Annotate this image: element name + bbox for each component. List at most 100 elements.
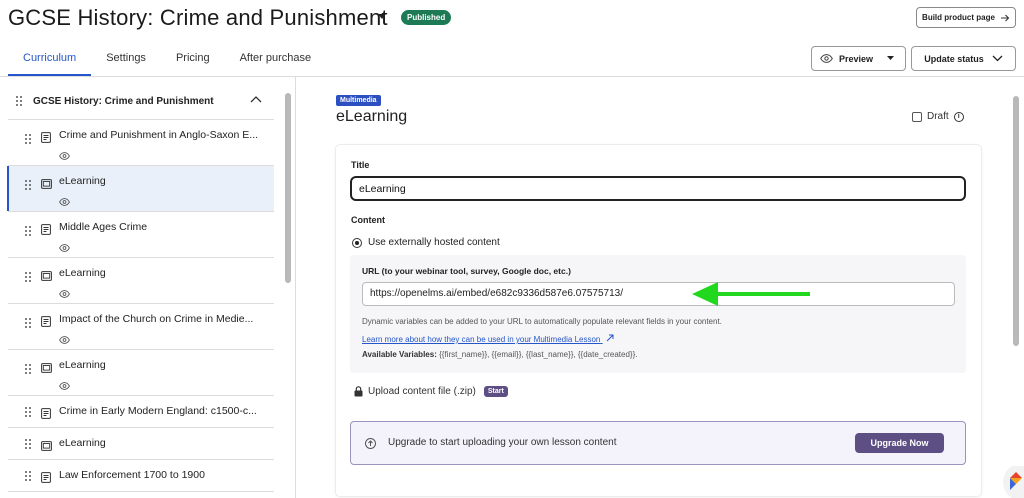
visibility-eye-icon — [59, 377, 70, 395]
caret-down-icon — [887, 56, 895, 60]
update-status-button[interactable]: Update status — [911, 46, 1016, 71]
lesson-label: Impact of the Church on Crime in Medie..… — [59, 313, 254, 325]
document-icon — [41, 314, 51, 332]
tab-bar: Curriculum Settings Pricing After purcha… — [8, 44, 326, 77]
variables-label: Available Variables: — [362, 350, 437, 359]
upload-label: Upload content file (.zip) — [368, 386, 476, 397]
lesson-item[interactable]: eLearning — [8, 258, 274, 304]
url-input[interactable]: https://openelms.ai/embed/e682c9336d587e… — [362, 282, 955, 306]
eye-icon — [820, 54, 833, 63]
arrow-right-icon — [1000, 14, 1010, 21]
lesson-item[interactable]: eLearning — [7, 166, 274, 212]
sidebar-scrollbar[interactable] — [285, 93, 291, 283]
upgrade-banner: Upgrade to start uploading your own less… — [350, 421, 966, 465]
multimedia-icon — [41, 360, 52, 378]
build-product-page-label: Build product page — [922, 13, 995, 22]
document-icon — [41, 470, 51, 488]
document-icon — [41, 406, 51, 424]
external-content-radio[interactable] — [352, 237, 362, 248]
drag-handle-icon[interactable] — [25, 439, 31, 449]
lesson-label: eLearning — [59, 267, 106, 279]
course-title[interactable]: GCSE History: Crime and Punishment — [8, 5, 388, 31]
update-status-label: Update status — [924, 53, 984, 64]
section-title: GCSE History: Crime and Punishment — [33, 95, 214, 107]
lesson-label: Law Enforcement 1700 to 1900 — [59, 469, 205, 481]
lesson-type-badge: Multimedia — [336, 95, 381, 106]
upgrade-now-button[interactable]: Upgrade Now — [855, 433, 944, 453]
tab-settings[interactable]: Settings — [91, 44, 161, 76]
lesson-item[interactable]: Impact of the Church on Crime in Medie..… — [8, 304, 274, 350]
lesson-list: Crime and Punishment in Anglo-Saxon E...… — [7, 119, 274, 492]
upgrade-arrow-icon — [365, 438, 376, 449]
document-icon — [41, 130, 51, 148]
content-label: Content — [351, 215, 385, 225]
drag-handle-icon[interactable] — [25, 318, 31, 328]
drag-handle-icon[interactable] — [16, 96, 22, 106]
main-scrollbar[interactable] — [1013, 96, 1019, 346]
upload-content-option: Upload content file (.zip) Start — [354, 386, 508, 397]
lesson-item[interactable]: eLearning — [8, 350, 274, 396]
chevron-down-icon — [992, 55, 1003, 62]
section-header[interactable]: GCSE History: Crime and Punishment — [8, 85, 274, 117]
top-bar: GCSE History: Crime and Punishment Publi… — [0, 0, 1024, 38]
available-variables: Available Variables: {{first_name}}, {{e… — [362, 350, 637, 359]
lock-icon — [354, 386, 363, 397]
dynamic-variables-help: Dynamic variables can be added to your U… — [362, 317, 722, 326]
drag-handle-icon[interactable] — [25, 407, 31, 417]
preview-button[interactable]: Preview — [811, 46, 906, 71]
learn-more-label: Learn more about how they can be used in… — [362, 335, 601, 344]
lesson-heading: eLearning — [336, 108, 408, 125]
drag-handle-icon[interactable] — [25, 364, 31, 374]
upgrade-text: Upgrade to start uploading your own less… — [388, 437, 617, 448]
url-label: URL (to your webinar tool, survey, Googl… — [362, 266, 571, 276]
visibility-eye-icon — [59, 285, 70, 303]
title-label: Title — [351, 160, 370, 170]
lesson-label: Middle Ages Crime — [59, 221, 148, 233]
brand-logo-icon[interactable] — [1002, 466, 1024, 498]
lesson-item[interactable]: Middle Ages Crime — [8, 212, 274, 258]
course-title-caret-icon[interactable] — [378, 14, 386, 19]
tab-after-purchase[interactable]: After purchase — [225, 44, 327, 76]
status-badge: Published — [401, 10, 452, 25]
start-badge: Start — [483, 386, 508, 397]
curriculum-sidebar: GCSE History: Crime and Punishment Crime… — [0, 77, 296, 498]
drag-handle-icon[interactable] — [25, 272, 31, 282]
lesson-item[interactable]: eLearning — [8, 428, 274, 460]
external-content-label: Use externally hosted content — [368, 237, 500, 248]
chevron-up-icon[interactable] — [250, 95, 262, 103]
annotation-arrow-icon — [692, 282, 810, 306]
url-panel: URL (to your webinar tool, survey, Googl… — [350, 255, 966, 373]
lesson-label: Crime in Early Modern England: c1500-c..… — [59, 405, 257, 417]
draft-label: Draft — [927, 111, 949, 122]
draft-checkbox[interactable] — [912, 111, 922, 122]
tab-curriculum[interactable]: Curriculum — [8, 44, 92, 76]
multimedia-icon — [41, 176, 52, 194]
document-icon — [41, 222, 51, 240]
title-input[interactable]: eLearning — [350, 176, 966, 201]
lesson-item[interactable]: Law Enforcement 1700 to 1900 — [8, 460, 274, 492]
learn-more-link[interactable]: Learn more about how they can be used in… — [362, 334, 614, 344]
lesson-label: eLearning — [59, 437, 106, 449]
drag-handle-icon[interactable] — [25, 226, 31, 236]
visibility-eye-icon — [59, 239, 70, 257]
build-product-page-button[interactable]: Build product page — [916, 7, 1016, 28]
lesson-form-card: Title eLearning Content Use externally h… — [336, 145, 981, 496]
lesson-label: eLearning — [59, 359, 106, 371]
multimedia-icon — [41, 438, 52, 456]
visibility-eye-icon — [59, 193, 70, 211]
drag-handle-icon[interactable] — [25, 471, 31, 481]
external-content-option[interactable]: Use externally hosted content — [352, 237, 500, 248]
tab-pricing[interactable]: Pricing — [161, 44, 225, 76]
visibility-eye-icon — [59, 331, 70, 349]
lesson-item[interactable]: Crime and Punishment in Anglo-Saxon E... — [8, 120, 274, 166]
drag-handle-icon[interactable] — [25, 134, 31, 144]
draft-toggle[interactable]: Draft i — [912, 111, 964, 122]
lesson-item[interactable]: Crime in Early Modern England: c1500-c..… — [8, 396, 274, 428]
drag-handle-icon[interactable] — [25, 180, 31, 190]
info-icon[interactable]: i — [953, 111, 964, 122]
variables-value: {{first_name}}, {{email}}, {{last_name}}… — [439, 350, 638, 359]
preview-label: Preview — [839, 53, 874, 64]
lesson-label: Crime and Punishment in Anglo-Saxon E... — [59, 129, 259, 141]
external-link-icon — [606, 334, 614, 342]
multimedia-icon — [41, 268, 52, 286]
